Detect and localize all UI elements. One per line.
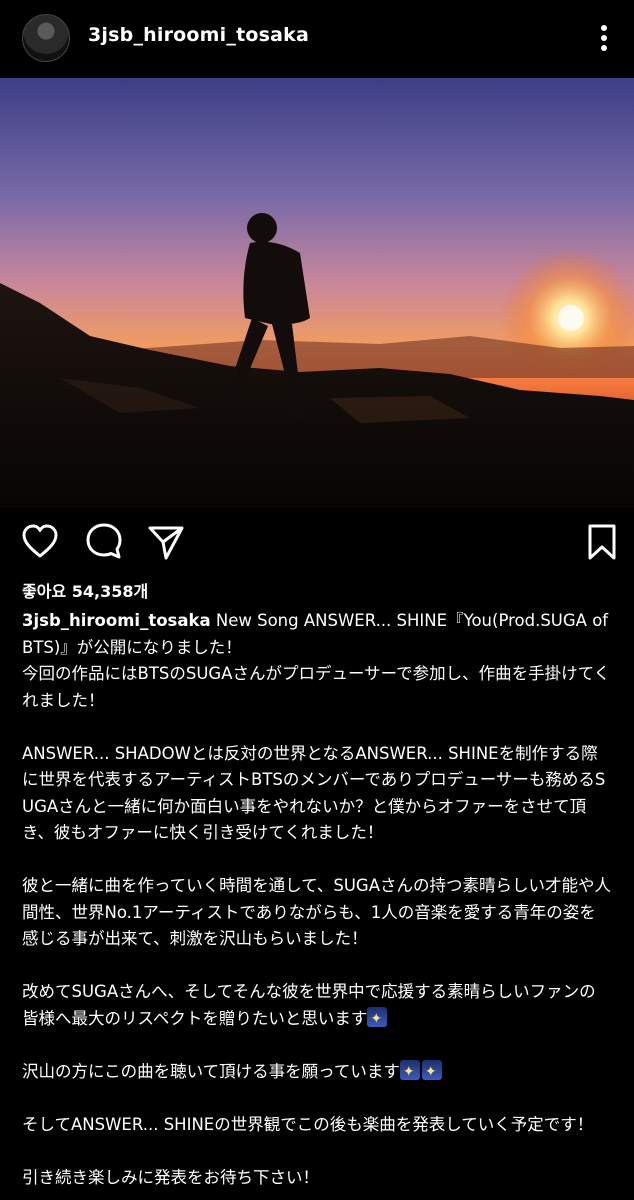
paper-plane-icon[interactable] xyxy=(146,520,186,564)
vertical-dots-icon[interactable] xyxy=(592,22,616,54)
night-sky-emoji-icon xyxy=(421,1059,442,1085)
heart-icon[interactable] xyxy=(20,520,60,564)
caption-paragraph-4: 改めてSUGAさんへ、そしてそんな彼を世界中で応援する素晴らしいファンの皆様へ最… xyxy=(22,982,596,1028)
comment-bubble-icon[interactable] xyxy=(84,520,124,564)
caption-username[interactable]: 3jsb_hiroomi_tosaka xyxy=(22,611,211,630)
profile-avatar[interactable] xyxy=(22,14,70,62)
caption-paragraph-3: 彼と一緒に曲を作っていく時間を通して、SUGAさんの持つ素晴らしい才能や人間性、… xyxy=(22,876,611,948)
post-actions xyxy=(0,520,634,566)
caption-paragraph-6: そしてANSWER... SHINEの世界観でこの後も楽曲を発表していく予定です… xyxy=(22,1114,594,1134)
bookmark-icon[interactable] xyxy=(582,520,622,564)
night-sky-emoji-icon xyxy=(367,1006,388,1032)
post-photo[interactable] xyxy=(0,78,634,508)
caption-paragraph-7: 引き続き楽しみに発表をお待ち下さい！ xyxy=(22,1167,319,1187)
post-header: 3jsb_hiroomi_tosaka xyxy=(0,0,634,78)
likes-count[interactable]: 좋아요 54,358개 xyxy=(22,578,148,602)
caption-paragraph-2: ANSWER... SHADOWとは反対の世界となるANSWER... SHIN… xyxy=(22,743,606,843)
post-caption: 3jsb_hiroomi_tosaka New Song ANSWER... S… xyxy=(22,608,612,1191)
caption-paragraph-5: 沢山の方にこの曲を聴いて頂ける事を願っています xyxy=(22,1061,400,1081)
header-username[interactable]: 3jsb_hiroomi_tosaka xyxy=(88,24,309,46)
night-sky-emoji-icon xyxy=(399,1059,420,1085)
